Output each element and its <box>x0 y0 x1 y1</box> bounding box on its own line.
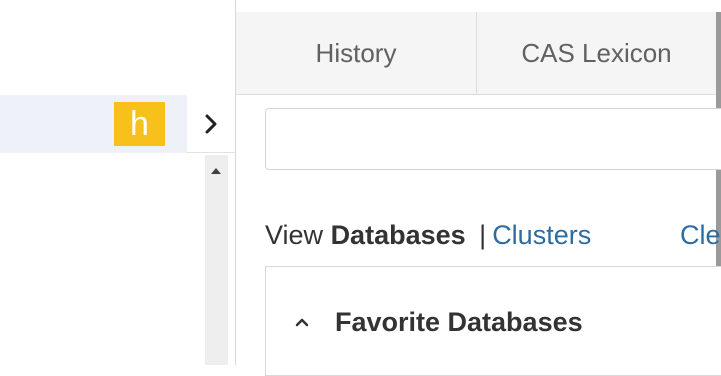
h-badge: h <box>114 102 165 146</box>
tab-history[interactable]: History <box>236 12 477 94</box>
view-separator: | <box>479 220 487 250</box>
clear-link[interactable]: Cle <box>680 215 721 255</box>
favorite-databases-header[interactable]: Favorite Databases <box>293 302 583 342</box>
chevron-up-icon <box>295 318 309 327</box>
left-pane <box>0 0 236 365</box>
favorite-databases-title: Favorite Databases <box>335 306 583 337</box>
view-label: View <box>265 220 324 250</box>
scrollbar-track[interactable] <box>205 155 228 365</box>
tab-cas-lexicon[interactable]: CAS Lexicon <box>477 12 717 94</box>
view-databases-option[interactable]: Databases <box>331 220 466 250</box>
view-clusters-link[interactable]: Clusters <box>492 220 591 250</box>
collapse-toggle-button[interactable] <box>187 95 235 153</box>
tabs-bar: History CAS Lexicon <box>236 12 721 95</box>
search-input[interactable] <box>265 108 721 170</box>
scroll-up-arrow-icon[interactable] <box>211 168 221 174</box>
view-switcher: View Databases | Clusters <box>265 215 591 255</box>
chevron-right-icon <box>205 114 217 133</box>
